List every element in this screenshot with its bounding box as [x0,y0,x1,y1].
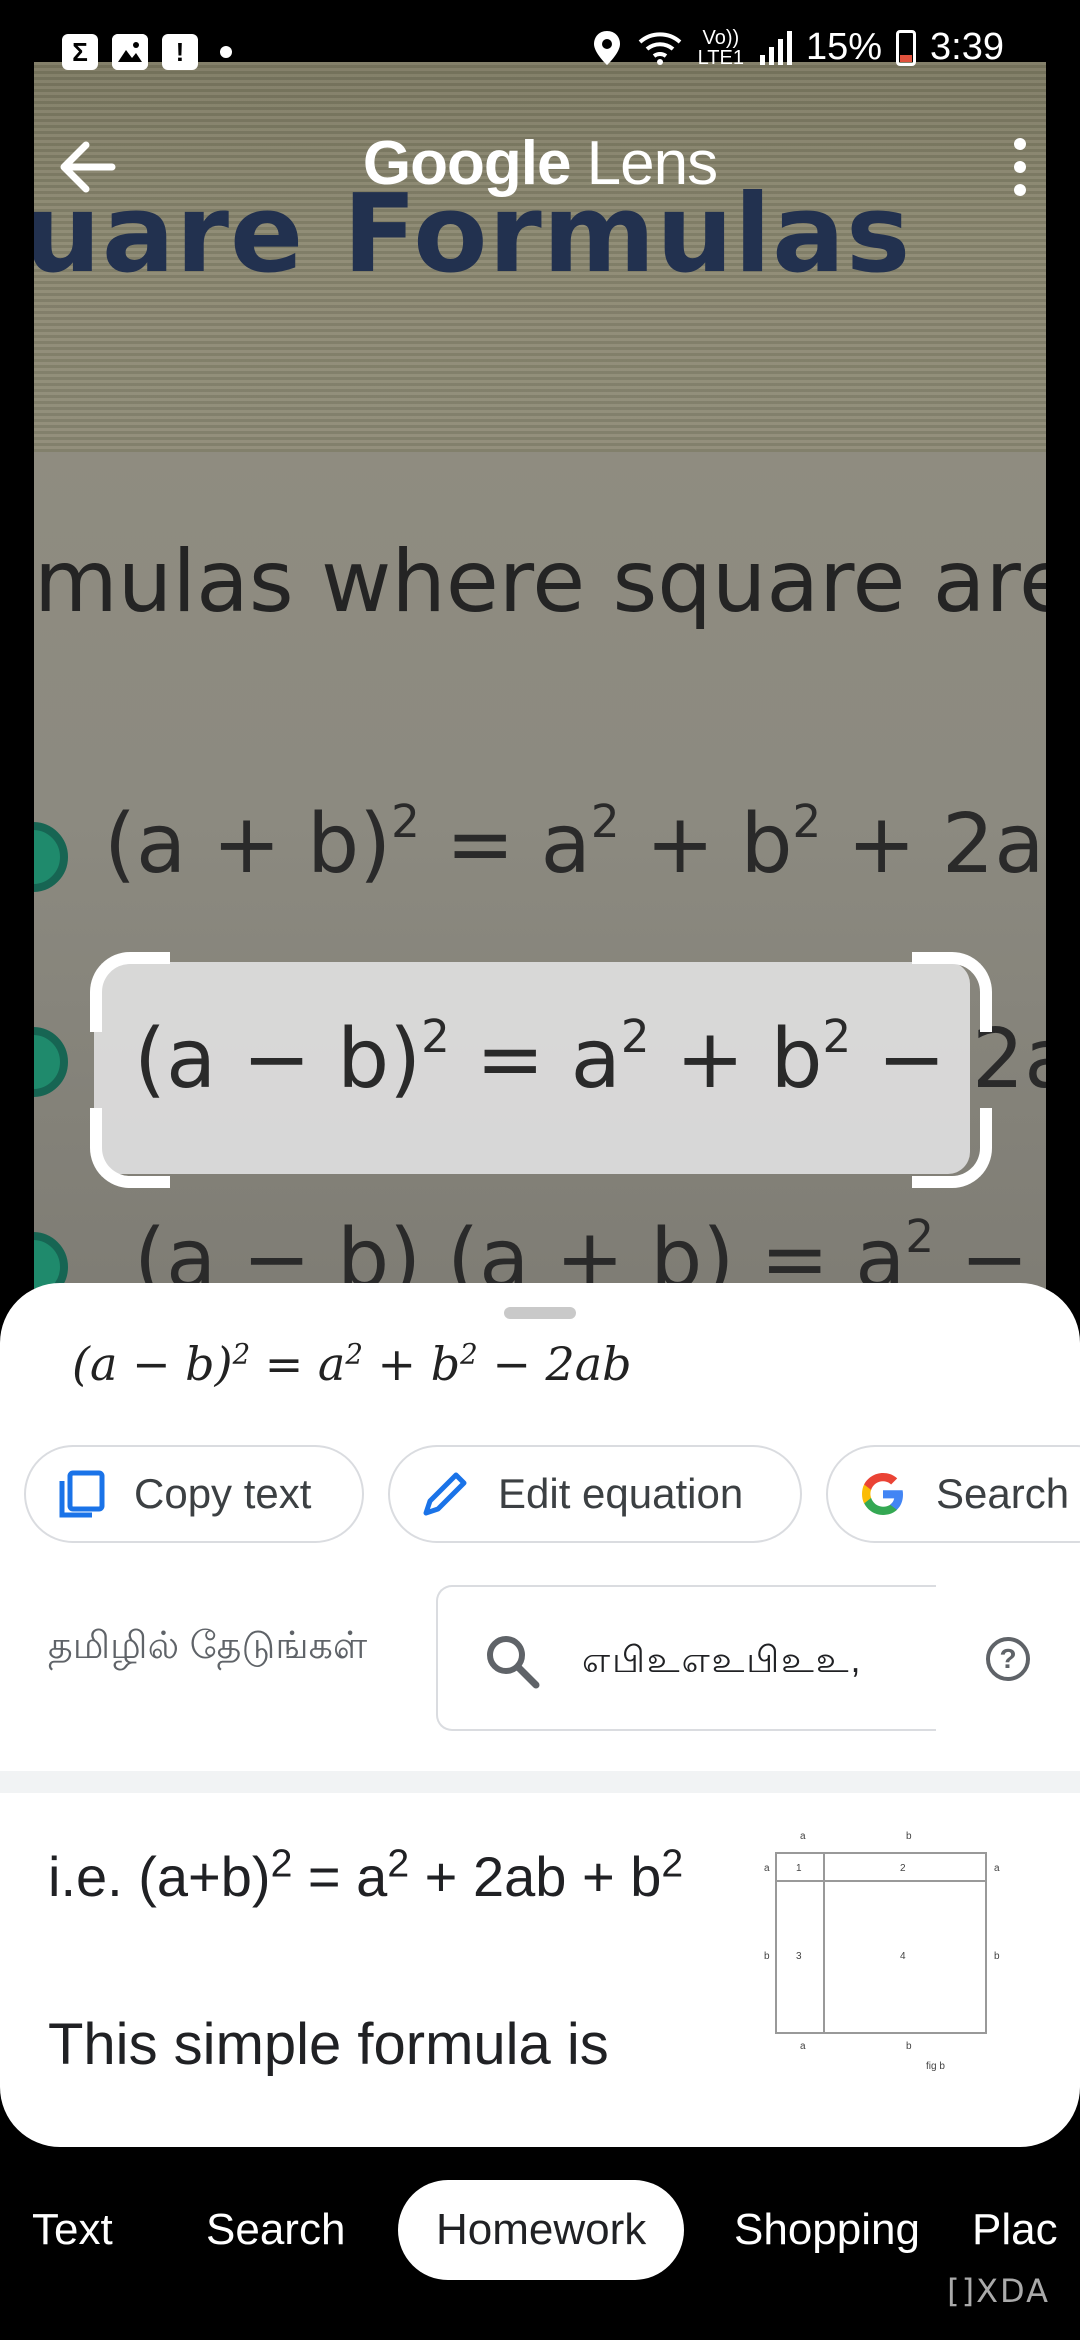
svg-text:4: 4 [900,1951,906,1962]
selection-handle-top-left[interactable] [90,952,170,1032]
selection-handle-bottom-right[interactable] [912,1108,992,1188]
clock: 3:39 [930,26,1004,68]
svg-text:b: b [764,1951,770,1962]
svg-text:a: a [800,2041,806,2052]
alert-icon: ! [162,34,198,70]
result-thumbnail[interactable]: a b a b a b a b 1 2 3 4 fig b [736,1823,1006,2073]
svg-text:b: b [906,1831,912,1842]
svg-text:a: a [800,1831,806,1842]
selection-handle-bottom-left[interactable] [90,1108,170,1188]
app-title: Google Lens [362,129,718,198]
photo-formula-1: (a + b)2 = a2 + b2 + 2ab [104,794,1046,892]
signal-icon [759,30,792,65]
result-snippet: i.e. (a+b)2 = a2 + 2ab + b2 [48,1842,684,1908]
recognized-equation: (a − b)2 = a2 + b2 − 2ab [72,1337,632,1391]
tab-search[interactable]: Search [206,2180,345,2280]
status-bar: Σ ! Vo)) LTE1 15% 3:39 [0,0,1080,100]
bullet-icon [34,822,68,892]
edit-equation-button[interactable]: Edit equation [388,1445,802,1543]
svg-text:3: 3 [796,1951,802,1962]
action-chips: Copy text Edit equation Search [24,1445,1080,1543]
svg-text:a: a [994,1863,1000,1874]
svg-text:2: 2 [900,1863,906,1874]
copy-icon [59,1470,105,1518]
selection-handle-top-right[interactable] [912,952,992,1032]
tab-text[interactable]: Text [32,2180,113,2280]
sigma-icon: Σ [62,34,98,70]
google-g-icon [862,1473,903,1515]
battery-icon [896,29,917,66]
copy-text-label: Copy text [134,1470,312,1517]
tamil-search-query: எபிஉஎஉபிஉஉ, [582,1639,863,1680]
edit-equation-label: Edit equation [498,1470,744,1517]
svg-text:fig b: fig b [926,2061,945,2072]
more-options-icon[interactable] [1000,132,1040,202]
tamil-search-label: தமிழில் தேடுங்கள் [48,1625,368,1667]
lens-mode-tabs: Text Search Homework Shopping Plac [0,2180,1080,2284]
result-snippet-continued: This simple formula is [48,2012,609,2077]
gallery-icon [112,34,148,70]
result-card[interactable]: i.e. (a+b)2 = a2 + 2ab + b2 This simple … [0,1793,1080,2147]
location-icon [593,30,620,65]
battery-percent: 15% [805,26,883,68]
svg-text:b: b [994,1951,1000,1962]
bullet-icon [34,1027,68,1097]
search-chip-label: Search [936,1470,1070,1517]
results-sheet[interactable]: (a − b)2 = a2 + b2 − 2ab Copy text Edit … [0,1283,1080,2147]
tab-homework[interactable]: Homework [398,2180,685,2280]
app-bar: Google Lens [0,110,1080,230]
svg-text:b: b [906,2041,912,2052]
help-icon[interactable]: ? [986,1637,1030,1681]
google-search-button[interactable]: Search [826,1445,1080,1543]
pencil-icon [423,1472,467,1516]
photo-subline-text: mulas where square are i [34,532,1046,632]
status-right: Vo)) LTE1 15% 3:39 [592,26,1004,69]
divider [0,1771,1080,1793]
watermark-logo: []XDA [947,2272,1050,2310]
volte-indicator: Vo)) LTE1 [697,26,744,69]
sheet-drag-handle[interactable] [504,1307,576,1319]
svg-text:1: 1 [796,1863,802,1874]
tab-shopping[interactable]: Shopping [734,2180,920,2280]
search-icon [487,1636,540,1689]
notification-dot-icon [220,46,232,58]
tab-places[interactable]: Plac [972,2180,1058,2280]
tamil-search-row: தமிழில் தேடுங்கள் எபிஉஎஉபிஉஉ, ? [0,1553,1080,1753]
svg-text:a: a [764,1863,770,1874]
camera-photo: uare Formulas mulas where square are i (… [34,62,1046,1312]
photo-formula-2: (a − b)2 = a2 + b2 − 2ab [134,1009,1046,1107]
copy-text-button[interactable]: Copy text [24,1445,364,1543]
wifi-icon [638,31,681,65]
tamil-search-suggestion[interactable]: எபிஉஎஉபிஉஉ, [436,1585,936,1731]
